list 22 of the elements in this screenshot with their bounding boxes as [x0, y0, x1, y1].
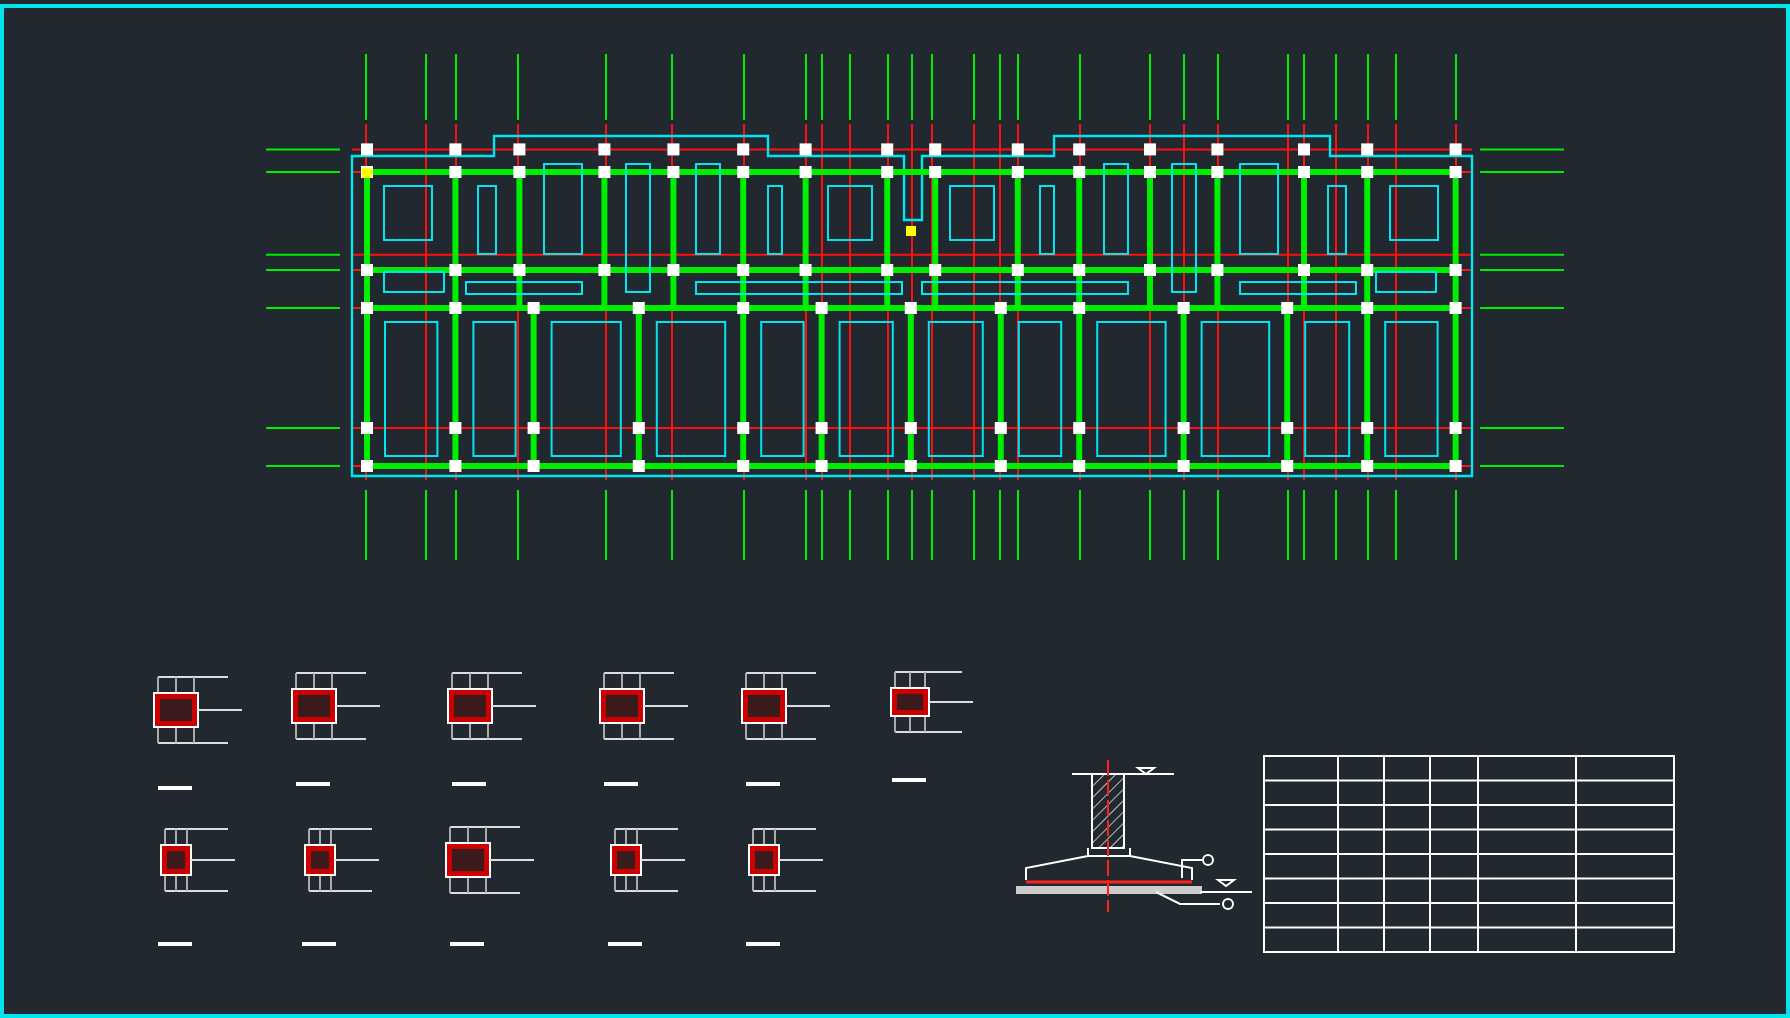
column-detail-drawing — [599, 672, 689, 740]
scale-bar — [608, 942, 642, 946]
column-detail-drawing — [304, 828, 380, 892]
scale-bar — [746, 942, 780, 946]
column-detail-drawing — [748, 828, 824, 892]
scale-bar — [892, 778, 926, 782]
column-detail-drawing — [291, 672, 381, 740]
column-detail-drawing — [445, 826, 535, 894]
scale-bar — [158, 786, 192, 790]
column-detail-drawing — [160, 828, 236, 892]
scale-bar — [158, 942, 192, 946]
scale-bar — [604, 782, 638, 786]
scale-bar — [450, 942, 484, 946]
column-detail-drawing — [610, 828, 686, 892]
scale-bar — [452, 782, 486, 786]
column-detail-drawing — [741, 672, 831, 740]
column-detail-drawing — [153, 676, 243, 744]
scale-bar — [746, 782, 780, 786]
column-detail-drawing — [890, 671, 974, 733]
scale-bar — [296, 782, 330, 786]
column-detail-drawing — [447, 672, 537, 740]
scale-bar — [302, 942, 336, 946]
